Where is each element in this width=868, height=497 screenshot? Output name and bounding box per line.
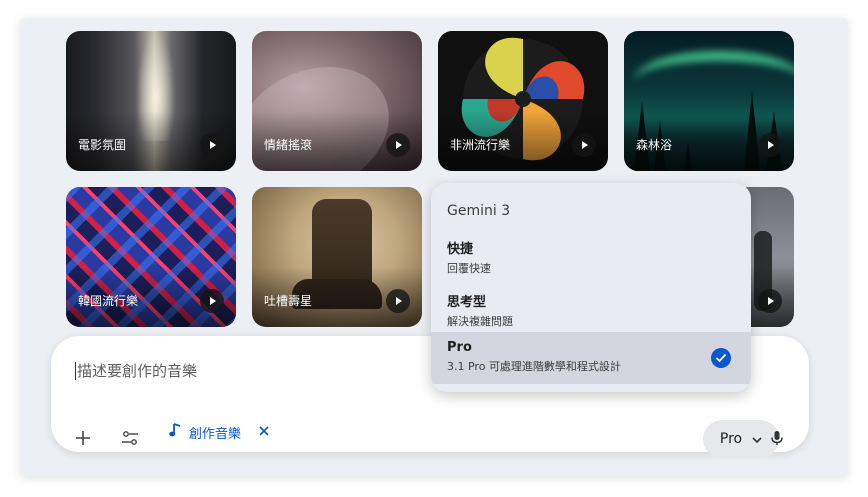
- play-icon[interactable]: [386, 133, 410, 157]
- create-music-chip[interactable]: 創作音樂: [169, 422, 269, 442]
- tile-afrobeats[interactable]: 非洲流行樂: [438, 31, 608, 171]
- tile-label: 非洲流行樂: [450, 138, 511, 152]
- play-icon[interactable]: [386, 289, 410, 313]
- play-icon[interactable]: [572, 133, 596, 157]
- play-icon[interactable]: [758, 133, 782, 157]
- tile-emo-rock[interactable]: 情緒搖滾: [252, 31, 422, 171]
- option-title: 快捷: [447, 242, 474, 257]
- tile-label: 吐槽壽星: [264, 294, 313, 308]
- plus-icon[interactable]: [67, 422, 99, 454]
- play-icon[interactable]: [758, 289, 782, 313]
- model-option-pro[interactable]: Pro 3.1 Pro 可處理進階數學和程式設計: [431, 332, 751, 384]
- prompt-input[interactable]: 描述要創作的音樂: [75, 360, 197, 381]
- model-menu: Gemini 3 快捷 回覆快速 思考型 解決複雜問題 Pro 3.1 Pro …: [431, 183, 751, 392]
- microphone-icon[interactable]: [761, 422, 793, 454]
- tile-label: 電影氛圍: [78, 138, 127, 152]
- tile-label: 韓國流行樂: [78, 294, 139, 308]
- model-option-fast[interactable]: 快捷 回覆快速: [431, 230, 751, 282]
- check-icon: [711, 348, 731, 368]
- option-title: Pro: [447, 340, 472, 355]
- menu-heading: Gemini 3: [447, 203, 511, 219]
- option-title: 思考型: [447, 295, 487, 310]
- close-icon[interactable]: [259, 425, 269, 440]
- model-selector-label: Pro: [719, 431, 743, 447]
- option-subtitle: 3.1 Pro 可處理進階數學和程式設計: [447, 360, 621, 373]
- chip-label: 創作音樂: [189, 426, 242, 442]
- play-icon[interactable]: [200, 289, 224, 313]
- tune-icon[interactable]: [114, 422, 146, 454]
- tile-cinematic[interactable]: 電影氛圍: [66, 31, 236, 171]
- prompt-placeholder: 描述要創作的音樂: [77, 362, 198, 380]
- tile-label: 森林浴: [636, 138, 673, 152]
- play-icon[interactable]: [200, 133, 224, 157]
- option-subtitle: 回覆快速: [447, 262, 491, 275]
- music-note-icon: [169, 422, 181, 442]
- tile-kpop[interactable]: 韓國流行樂: [66, 187, 236, 327]
- app-window: 電影氛圍 情緒搖滾 非洲流行樂 森林浴 韓國流行樂 吐槽壽星 描述要創作的音樂 …: [20, 18, 848, 476]
- model-option-thinking[interactable]: 思考型 解決複雜問題: [431, 283, 751, 335]
- tile-birthday-roast[interactable]: 吐槽壽星: [252, 187, 422, 327]
- option-subtitle: 解決複雜問題: [447, 315, 513, 328]
- tile-forest-bathing[interactable]: 森林浴: [624, 31, 794, 171]
- tile-label: 情緒搖滾: [264, 138, 313, 152]
